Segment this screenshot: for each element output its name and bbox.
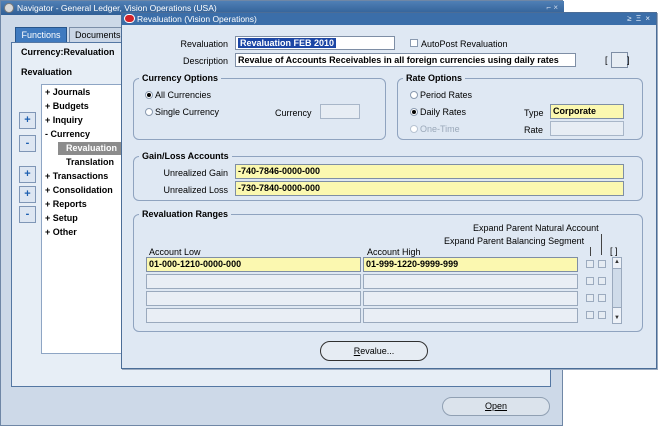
autopost-checkbox[interactable] <box>410 39 418 47</box>
scroll-thumb[interactable] <box>613 268 621 308</box>
rate-label: Rate <box>524 125 544 135</box>
rate-options-title: Rate Options <box>403 73 466 83</box>
descriptive-flexfield[interactable] <box>611 52 628 68</box>
dff-bracket-left: [ <box>605 55 608 65</box>
dff-bracket-right: ] <box>627 55 630 65</box>
app-icon <box>4 3 14 13</box>
account-high-cell[interactable] <box>363 291 578 306</box>
tree-item-currency[interactable]: - Currency <box>45 128 90 141</box>
unrealized-gain-field[interactable]: -740-7846-0000-000 <box>235 164 624 179</box>
one-time-radio[interactable] <box>410 125 418 133</box>
unrealized-loss-label: Unrealized Loss <box>163 185 228 195</box>
expand-natural-checkbox[interactable] <box>586 311 594 319</box>
expand-balancing-segment-header: Expand Parent Balancing Segment <box>444 236 585 246</box>
expand-all-button[interactable]: + <box>19 186 36 203</box>
type-label: Type <box>524 108 544 118</box>
tree-item-translation[interactable]: Translation <box>66 156 114 169</box>
currency-label: Currency <box>275 108 312 118</box>
tree-item-setup[interactable]: + Setup <box>45 212 78 225</box>
autopost-label: AutoPost Revaluation <box>421 39 508 49</box>
tab-documents[interactable]: Documents <box>69 27 125 42</box>
all-currencies-radio[interactable] <box>145 91 153 99</box>
expand-all-icon: + <box>24 188 31 200</box>
tree-item-consolidation[interactable]: + Consolidation <box>45 184 113 197</box>
expand-natural-checkbox[interactable] <box>586 277 594 285</box>
description-field[interactable]: Revalue of Accounts Receivables in all f… <box>235 53 576 67</box>
account-low-cell[interactable]: 01-000-1210-0000-000 <box>146 257 361 272</box>
tree-item-transactions[interactable]: + Transactions <box>45 170 108 183</box>
ranges-scrollbar[interactable]: ▲ ▼ <box>612 257 622 324</box>
window-controls[interactable]: ≥ Ξ × <box>627 13 651 25</box>
currency-field[interactable] <box>320 104 360 119</box>
revaluation-window-title: Revaluation (Vision Operations) <box>137 14 257 24</box>
revaluation-title-bar[interactable]: Revaluation (Vision Operations) ≥ Ξ × <box>122 13 656 25</box>
unrealized-loss-field[interactable]: -730-7840-0000-000 <box>235 181 624 196</box>
revalue-button[interactable]: Revalue... <box>320 341 428 361</box>
function-tree: + Journals + Budgets + Inquiry - Currenc… <box>41 84 136 354</box>
account-low-cell[interactable] <box>146 308 361 323</box>
currency-options-title: Currency Options <box>139 73 222 83</box>
tree-item-other[interactable]: + Other <box>45 226 77 239</box>
expand-balancing-checkbox[interactable] <box>598 311 606 319</box>
plus-icon: + <box>24 114 31 126</box>
header-leader-line-2 <box>590 247 591 256</box>
tree-item-inquiry[interactable]: + Inquiry <box>45 114 83 127</box>
all-currencies-label: All Currencies <box>155 90 212 100</box>
single-currency-radio[interactable] <box>145 108 153 116</box>
oracle-icon <box>124 14 135 23</box>
revaluation-label: Revaluation <box>180 39 228 49</box>
expand-button[interactable]: + <box>19 112 36 129</box>
account-low-cell[interactable] <box>146 291 361 306</box>
responsibility-heading: Currency:Revaluation <box>21 47 115 57</box>
period-rates-label: Period Rates <box>420 90 473 100</box>
expand-balancing-checkbox[interactable] <box>598 260 606 268</box>
tree-item-journals[interactable]: + Journals <box>45 86 90 99</box>
collapse-all-icon: - <box>25 208 30 220</box>
minus-icon: - <box>25 137 30 149</box>
revaluation-name-field[interactable]: Revaluation FEB 2010 <box>235 36 395 50</box>
expand-natural-checkbox[interactable] <box>586 294 594 302</box>
header-leader-line <box>601 234 602 255</box>
unrealized-gain-label: Unrealized Gain <box>163 168 228 178</box>
tree-item-budgets[interactable]: + Budgets <box>45 100 89 113</box>
gain-loss-title: Gain/Loss Accounts <box>139 151 232 161</box>
description-label: Description <box>182 56 228 66</box>
expand-balancing-checkbox[interactable] <box>598 294 606 302</box>
tab-functions[interactable]: Functions <box>15 27 67 42</box>
revaluation-ranges-title: Revaluation Ranges <box>139 209 232 219</box>
rate-type-field[interactable]: Corporate <box>550 104 624 119</box>
account-high-cell[interactable] <box>363 274 578 289</box>
period-rates-radio[interactable] <box>410 91 418 99</box>
account-high-cell[interactable] <box>363 308 578 323</box>
expand-natural-account-header: Expand Parent Natural Account <box>473 223 599 233</box>
one-time-label: One-Time <box>420 124 460 134</box>
open-button[interactable]: Open <box>442 397 550 416</box>
collapse-all-button[interactable]: - <box>19 206 36 223</box>
daily-rates-label: Daily Rates <box>420 107 467 117</box>
expand-natural-checkbox[interactable] <box>586 260 594 268</box>
daily-rates-radio[interactable] <box>410 108 418 116</box>
scroll-up-icon[interactable]: ▲ <box>613 258 621 267</box>
ranges-bracket: [ ] <box>610 246 618 256</box>
collapse-button[interactable]: - <box>19 135 36 152</box>
function-heading: Revaluation <box>21 67 73 77</box>
tree-item-reports[interactable]: + Reports <box>45 198 87 211</box>
single-currency-label: Single Currency <box>155 107 220 117</box>
account-high-cell[interactable]: 01-999-1220-9999-999 <box>363 257 578 272</box>
rate-field[interactable] <box>550 121 624 136</box>
account-low-cell[interactable] <box>146 274 361 289</box>
expand-branch-icon: + <box>24 168 31 180</box>
scroll-down-icon[interactable]: ▼ <box>613 314 621 323</box>
expand-branch-button[interactable]: + <box>19 166 36 183</box>
expand-balancing-checkbox[interactable] <box>598 277 606 285</box>
